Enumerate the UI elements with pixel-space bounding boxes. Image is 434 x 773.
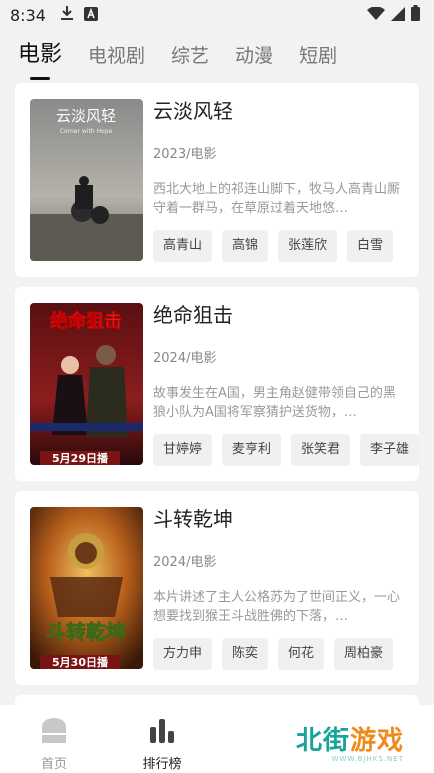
- movie-card[interactable]: 斗转乾坤 5月30日播 斗转乾坤 2024/电影 本片讲述了主人公格苏为了世间正…: [15, 491, 419, 685]
- cast-chip[interactable]: 张笑君: [291, 434, 351, 466]
- movie-list: 云淡风轻 Corner with Hope 云淡风轻 2023/电影 西北大地上…: [15, 83, 419, 725]
- category-tabs: 电影 电视剧 综艺 动漫 短剧: [18, 36, 337, 80]
- nav-home-label: 首页: [40, 757, 67, 772]
- movie-description: 西北大地上的祁连山脚下，牧马人高青山厮守着一群马，在草原过着天地悠…: [153, 182, 401, 216]
- poster-title-text: 绝命狙击: [50, 310, 122, 332]
- signal-icon: [391, 6, 405, 25]
- movie-meta: 2024/电影: [153, 555, 217, 570]
- cast-chip[interactable]: 甘婷婷: [153, 434, 213, 466]
- movie-poster: 云淡风轻 Corner with Hope: [30, 99, 143, 261]
- cast-list: 方力申 陈奕 何花 周柏豪: [153, 638, 394, 670]
- movie-card[interactable]: 云淡风轻 Corner with Hope 云淡风轻 2023/电影 西北大地上…: [15, 83, 419, 277]
- font-app-icon: [83, 6, 98, 25]
- poster-date-text: 5月29日播: [52, 451, 109, 465]
- movie-title: 斗转乾坤: [153, 507, 233, 531]
- nav-home[interactable]: 首页: [0, 705, 108, 773]
- movie-description: 故事发生在A国，男主角赵健带领自己的黑狼小队为A国将军察猜护送货物，…: [153, 386, 396, 420]
- bottom-nav: 首页 排行榜 北街游戏 WWW.BJHKS.NET: [0, 705, 434, 773]
- movie-poster: 绝命狙击 5月29日播: [30, 303, 143, 465]
- cast-chip[interactable]: 白雪: [347, 230, 394, 262]
- cast-chip[interactable]: 张莲欣: [278, 230, 338, 262]
- movie-card[interactable]: 绝命狙击 5月29日播 绝命狙击 2024/电影 故事发生在A国，男主角赵健带领…: [15, 287, 419, 481]
- tab-short-drama[interactable]: 短剧: [299, 41, 337, 80]
- wifi-icon: [367, 5, 385, 25]
- cast-chip[interactable]: 方力申: [153, 638, 213, 670]
- poster-subtitle-text: Corner with Hope: [60, 128, 113, 135]
- nav-ranking[interactable]: 排行榜: [108, 705, 216, 773]
- nav-ranking-label: 排行榜: [142, 757, 182, 772]
- tab-variety[interactable]: 综艺: [171, 41, 209, 80]
- cast-list: 甘婷婷 麦亨利 张笑君 李子雄: [153, 434, 419, 466]
- cast-chip[interactable]: 高锦: [222, 230, 269, 262]
- status-bar: 8:34: [0, 0, 434, 30]
- tab-movie[interactable]: 电影: [18, 36, 62, 80]
- movie-meta: 2023/电影: [153, 147, 217, 162]
- cast-chip[interactable]: 何花: [278, 638, 325, 670]
- cast-chip[interactable]: 李子雄: [360, 434, 419, 466]
- watermark-logo-text: 北街游戏: [295, 726, 404, 756]
- cast-chip[interactable]: 周柏豪: [334, 638, 394, 670]
- movie-poster: 斗转乾坤 5月30日播: [30, 507, 143, 669]
- site-watermark: 北街游戏 WWW.BJHKS.NET: [296, 720, 404, 763]
- movie-meta: 2024/电影: [153, 351, 217, 366]
- poster-title-text: 云淡风轻: [56, 107, 116, 125]
- movie-description: 本片讲述了主人公格苏为了世间正义，一心想要找到猴王斗战胜佛的下落，…: [153, 590, 401, 624]
- home-icon: [40, 717, 68, 747]
- cast-chip[interactable]: 高青山: [153, 230, 213, 262]
- download-icon: [60, 5, 74, 25]
- ranking-icon: [148, 717, 176, 747]
- poster-title-text: 斗转乾坤: [46, 620, 126, 644]
- cast-chip[interactable]: 麦亨利: [222, 434, 282, 466]
- watermark-url: WWW.BJHKS.NET: [331, 755, 404, 763]
- tab-anime[interactable]: 动漫: [235, 41, 273, 80]
- status-time: 8:34: [10, 5, 46, 25]
- movie-title: 云淡风轻: [153, 99, 233, 123]
- battery-icon: [411, 5, 420, 25]
- cast-chip[interactable]: 陈奕: [222, 638, 269, 670]
- cast-list: 高青山 高锦 张莲欣 白雪: [153, 230, 394, 262]
- poster-date-text: 5月30日播: [52, 655, 109, 669]
- tab-tv-series[interactable]: 电视剧: [88, 41, 145, 80]
- movie-title: 绝命狙击: [153, 303, 233, 327]
